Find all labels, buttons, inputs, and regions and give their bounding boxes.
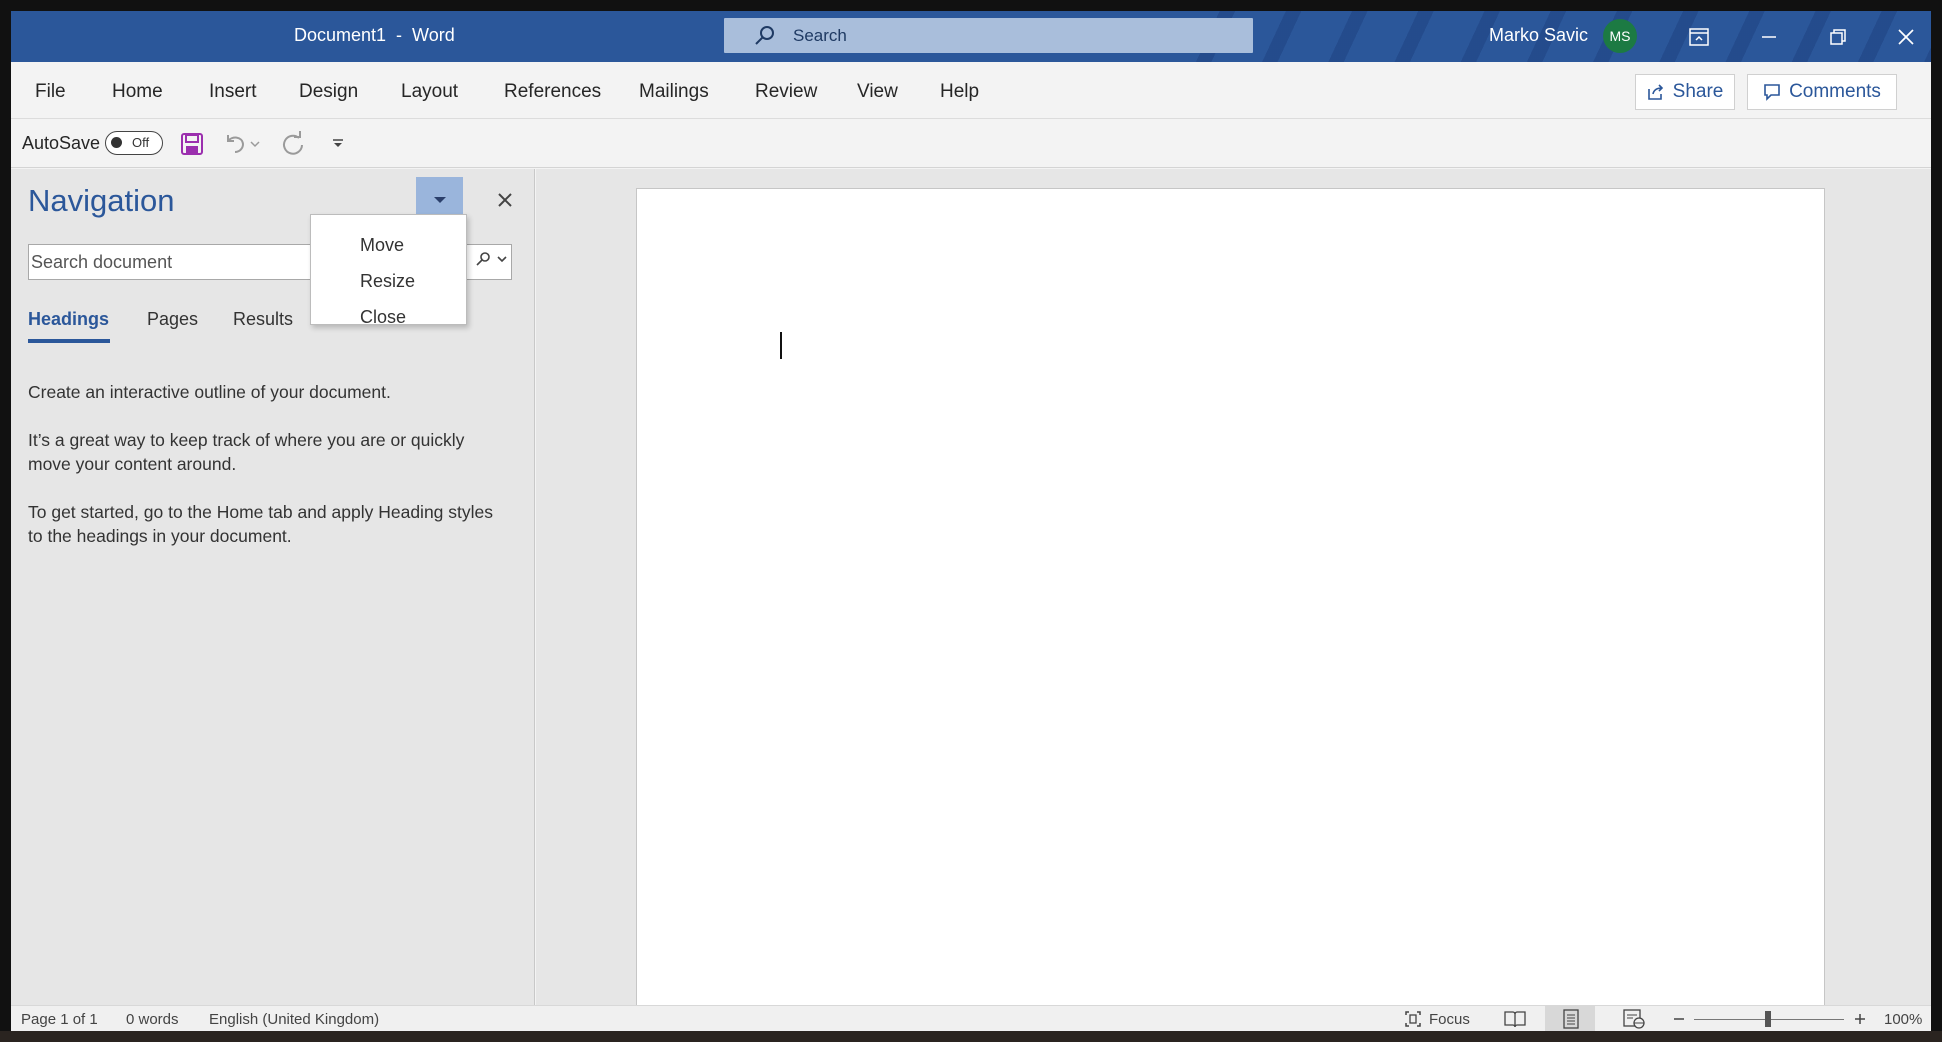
share-button[interactable]: Share (1635, 74, 1735, 110)
minus-icon (1674, 1018, 1684, 1020)
desktop: Document1 - Word Search Marko Savic MS F… (0, 0, 1942, 1042)
tab-review[interactable]: Review (755, 81, 817, 103)
undo-button[interactable] (221, 130, 249, 158)
search-icon (755, 25, 774, 45)
tab-help[interactable]: Help (940, 81, 979, 103)
comments-button[interactable]: Comments (1747, 74, 1897, 110)
menu-item-resize[interactable]: Resize (360, 271, 415, 292)
read-mode-button[interactable] (1504, 1008, 1526, 1030)
help-text-line: Create an interactive outline of your do… (28, 382, 391, 402)
print-layout-button[interactable] (1562, 1008, 1580, 1030)
focus-label: Focus (1429, 1010, 1470, 1028)
taskbar-edge (0, 1031, 1942, 1042)
help-text-line: move your content around. (28, 454, 237, 474)
minimize-button[interactable] (1741, 11, 1797, 62)
tab-headings[interactable]: Headings (28, 309, 109, 330)
autosave-toggle[interactable]: Off (105, 131, 163, 155)
ribbon-display-icon (1689, 27, 1709, 46)
minimize-icon (1762, 35, 1776, 38)
save-icon (181, 133, 203, 155)
restore-button[interactable] (1810, 11, 1866, 62)
close-pane-button[interactable] (490, 185, 520, 215)
comments-label: Comments (1789, 81, 1881, 102)
tab-layout[interactable]: Layout (401, 81, 458, 103)
ribbon-tabs: File Home Insert Design Layout Reference… (11, 62, 1931, 118)
redo-button[interactable] (279, 130, 307, 158)
share-label: Share (1672, 81, 1724, 102)
tab-view[interactable]: View (857, 81, 898, 103)
restore-icon (1830, 28, 1846, 45)
document-area (536, 169, 1931, 1018)
language-indicator[interactable]: English (United Kingdom) (209, 1011, 379, 1028)
web-layout-icon (1623, 1009, 1645, 1029)
tab-references[interactable]: References (504, 81, 601, 103)
text-cursor (780, 332, 782, 359)
caret-down-icon (433, 197, 446, 203)
help-text-line: to the headings in your document. (28, 526, 292, 546)
undo-icon (227, 135, 245, 153)
page-count[interactable]: Page 1 of 1 (21, 1011, 98, 1028)
close-icon (1898, 28, 1914, 45)
save-button[interactable] (178, 130, 206, 158)
help-text-line: It’s a great way to keep track of where … (28, 430, 465, 450)
toggle-knob (111, 137, 122, 148)
focus-mode-button[interactable]: Focus (1403, 1008, 1470, 1030)
status-bar: Page 1 of 1 0 words English (United King… (11, 1005, 1931, 1031)
tab-file[interactable]: File (35, 81, 66, 103)
comment-icon (1764, 84, 1780, 101)
tell-me-search-box[interactable]: Search (724, 18, 1253, 53)
undo-dropdown-button[interactable] (247, 130, 263, 158)
quick-access-toolbar: AutoSave Off (11, 118, 1931, 168)
zoom-out-button[interactable] (1673, 1008, 1685, 1030)
zoom-in-button[interactable] (1854, 1008, 1866, 1030)
avatar[interactable]: MS (1603, 19, 1637, 53)
print-layout-icon (1563, 1009, 1579, 1029)
title-bar: Document1 - Word Search Marko Savic MS (11, 11, 1931, 62)
task-pane-options-menu: Move Resize Close (310, 214, 467, 328)
menu-item-move[interactable]: Move (360, 235, 404, 256)
user-name[interactable]: Marko Savic (1489, 25, 1588, 46)
document-page[interactable] (636, 188, 1825, 1018)
customize-qat-button[interactable] (324, 130, 352, 158)
close-icon (498, 193, 512, 207)
tab-results[interactable]: Results (233, 309, 293, 330)
tab-home[interactable]: Home (112, 81, 163, 103)
menu-item-close[interactable]: Close (360, 307, 406, 328)
tab-mailings[interactable]: Mailings (639, 81, 709, 103)
ribbon-display-options-button[interactable] (1671, 11, 1727, 62)
customize-dropdown-icon (333, 139, 343, 147)
chevron-down-icon (250, 141, 260, 148)
tab-design[interactable]: Design (299, 81, 358, 103)
tab-insert[interactable]: Insert (209, 81, 257, 103)
tab-pages[interactable]: Pages (147, 309, 198, 330)
zoom-slider-thumb[interactable] (1765, 1011, 1771, 1027)
autosave-label: AutoSave (22, 133, 101, 153)
redo-icon (283, 131, 303, 155)
plus-icon (1855, 1014, 1865, 1024)
navigation-title: Navigation (28, 183, 175, 218)
word-window: Document1 - Word Search Marko Savic MS F… (11, 11, 1931, 1031)
autosave-state: Off (132, 135, 150, 150)
web-layout-button[interactable] (1623, 1008, 1645, 1030)
focus-icon (1405, 1011, 1421, 1027)
document-title: Document1 - Word (294, 25, 455, 45)
chevron-down-icon[interactable] (497, 255, 507, 263)
active-tab-indicator (28, 339, 110, 343)
search-label: Search (793, 25, 847, 45)
read-mode-icon (1504, 1011, 1526, 1028)
help-text-line: To get started, go to the Home tab and a… (28, 502, 494, 522)
share-icon (1647, 84, 1663, 100)
zoom-level[interactable]: 100% (1884, 1011, 1922, 1028)
search-icon[interactable] (475, 251, 491, 267)
word-count[interactable]: 0 words (126, 1011, 179, 1028)
close-window-button[interactable] (1878, 11, 1931, 62)
